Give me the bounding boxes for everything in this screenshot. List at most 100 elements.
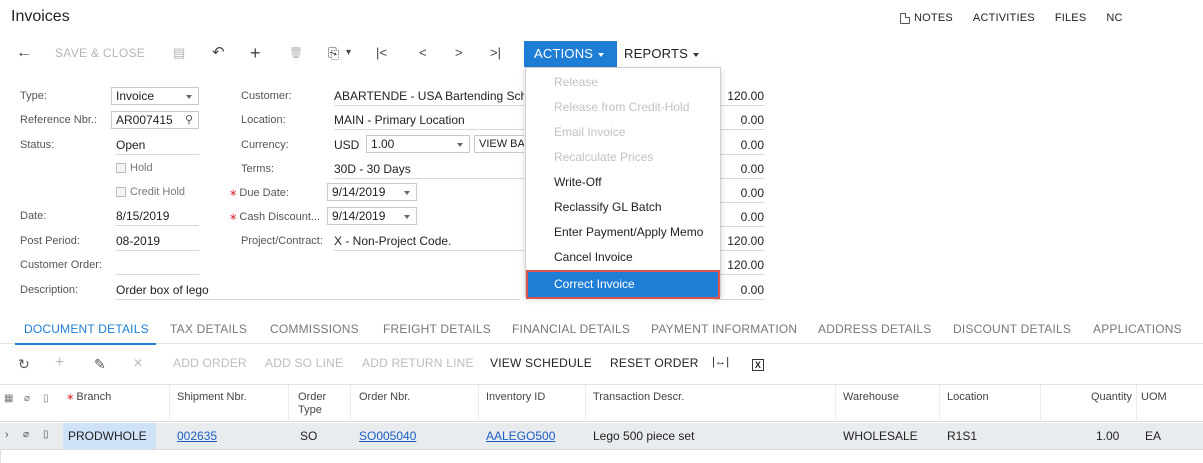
add-return-line-button[interactable]: ADD RETURN LINE: [362, 356, 474, 370]
col-shipment-nbr[interactable]: Shipment Nbr.: [177, 391, 247, 404]
refresh-icon[interactable]: ↻: [18, 356, 30, 373]
col-location[interactable]: Location: [947, 391, 989, 404]
cell-branch[interactable]: PRODWHOLE: [68, 429, 147, 443]
col-inventory-id[interactable]: Inventory ID: [486, 391, 545, 404]
cash-discount-label: ∗ Cash Discount...: [229, 211, 320, 223]
customer-input[interactable]: ABARTENDE - USA Bartending Scho: [334, 88, 524, 106]
chevron-down-icon: [693, 52, 700, 57]
description-input[interactable]: Order box of lego: [116, 282, 520, 300]
menu-item-cancel-invoice[interactable]: Cancel Invoice: [526, 245, 720, 270]
cash-discount-input[interactable]: 9/14/2019: [327, 207, 417, 225]
fit-columns-icon[interactable]: |↔|: [712, 356, 729, 368]
refnbr-label: Reference Nbr.:: [20, 114, 98, 126]
currency-rate-value: 1.00: [371, 137, 395, 151]
menu-item-email-invoice[interactable]: Email Invoice: [526, 120, 720, 145]
col-branch-label: Branch: [76, 391, 112, 403]
cell-order-nbr[interactable]: SO005040: [359, 429, 416, 443]
tab-document-details[interactable]: DOCUMENT DETAILS: [24, 322, 149, 336]
copy-paste-icon[interactable]: ⎘: [328, 40, 339, 66]
col-order-type[interactable]: Order Type: [298, 391, 326, 417]
cell-warehouse: WHOLESALE: [843, 429, 918, 443]
next-record-icon[interactable]: >: [455, 40, 463, 66]
menu-item-write-off[interactable]: Write-Off: [526, 170, 720, 195]
amount-1: 120.00: [714, 88, 764, 106]
save-close-button[interactable]: SAVE & CLOSE: [55, 40, 145, 66]
document-icon[interactable]: ▯: [43, 429, 49, 440]
attachment-icon[interactable]: ⌀: [23, 429, 29, 440]
notes-link[interactable]: NOTES: [900, 12, 953, 24]
post-period-input[interactable]: 08-2019: [116, 233, 199, 251]
view-base-button[interactable]: VIEW BA: [474, 135, 524, 153]
view-schedule-button[interactable]: VIEW SCHEDULE: [490, 356, 592, 370]
customer-order-input[interactable]: [116, 257, 199, 275]
location-input[interactable]: MAIN - Primary Location: [334, 112, 524, 130]
delete-row-icon[interactable]: ✕: [133, 356, 143, 370]
due-date-input[interactable]: 9/14/2019: [327, 183, 417, 201]
prev-record-icon[interactable]: <: [419, 40, 427, 66]
tab-payment-information[interactable]: PAYMENT INFORMATION: [651, 322, 797, 336]
required-marker: ∗: [229, 212, 238, 223]
undo-icon[interactable]: ↶: [212, 40, 225, 66]
currency-rate-select[interactable]: 1.00: [366, 135, 470, 153]
add-row-icon[interactable]: +: [55, 354, 65, 372]
first-record-icon[interactable]: |<: [376, 40, 387, 66]
refnbr-value: AR007415: [116, 113, 173, 127]
tab-address-details[interactable]: ADDRESS DETAILS: [818, 322, 931, 336]
col-quantity[interactable]: Quantity: [1091, 391, 1132, 404]
hold-checkbox[interactable]: Hold: [116, 162, 153, 174]
date-input[interactable]: 8/15/2019: [116, 208, 199, 226]
table-row[interactable]: › ⌀ ▯ PRODWHOLE 002635 SO SO005040 AALEG…: [0, 423, 1203, 450]
checkbox-box: [116, 163, 126, 173]
save-icon[interactable]: ▤: [173, 40, 185, 66]
credit-hold-checkbox[interactable]: Credit Hold: [116, 186, 185, 198]
files-link[interactable]: FILES: [1055, 12, 1087, 24]
tab-applications[interactable]: APPLICATIONS: [1093, 322, 1182, 336]
menu-item-recalculate-prices[interactable]: Recalculate Prices: [526, 145, 720, 170]
column-divider: [939, 385, 940, 422]
menu-item-release-credit-hold[interactable]: Release from Credit-Hold: [526, 95, 720, 120]
reports-button[interactable]: REPORTS: [624, 41, 700, 67]
cell-shipment-nbr[interactable]: 002635: [177, 429, 217, 443]
tab-financial-details[interactable]: FINANCIAL DETAILS: [512, 322, 630, 336]
activities-link[interactable]: ACTIVITIES: [973, 12, 1035, 24]
refnbr-input[interactable]: AR007415 ⚲: [111, 111, 199, 129]
terms-input[interactable]: 30D - 30 Days: [334, 161, 524, 179]
col-transaction-descr[interactable]: Transaction Descr.: [593, 391, 684, 404]
add-so-line-button[interactable]: ADD SO LINE: [265, 356, 343, 370]
actions-button[interactable]: ACTIONS: [524, 41, 617, 67]
more-link[interactable]: NC: [1106, 12, 1122, 24]
row-selector-icon[interactable]: ▦: [4, 392, 13, 405]
column-divider: [1136, 385, 1137, 422]
row-expand-icon[interactable]: ›: [5, 429, 9, 441]
column-divider: [1040, 385, 1041, 422]
col-uom[interactable]: UOM: [1141, 391, 1167, 404]
tab-commissions[interactable]: COMMISSIONS: [270, 322, 359, 336]
reset-order-button[interactable]: RESET ORDER: [610, 356, 699, 370]
menu-item-correct-invoice[interactable]: Correct Invoice: [526, 270, 720, 299]
add-icon[interactable]: +: [250, 40, 261, 66]
menu-item-reclassify-gl-batch[interactable]: Reclassify GL Batch: [526, 195, 720, 220]
cell-quantity: 1.00: [1096, 429, 1120, 443]
add-order-button[interactable]: ADD ORDER: [173, 356, 247, 370]
attachment-icon: ⌀: [24, 393, 31, 404]
cell-inventory-id[interactable]: AALEGO500: [486, 429, 555, 443]
chevron-down-icon: [598, 52, 605, 57]
tab-tax-details[interactable]: TAX DETAILS: [170, 322, 247, 336]
export-excel-icon[interactable]: X: [752, 359, 764, 371]
edit-icon[interactable]: ✎: [94, 356, 106, 373]
menu-item-enter-payment[interactable]: Enter Payment/Apply Memo: [526, 220, 720, 245]
col-warehouse[interactable]: Warehouse: [843, 391, 899, 404]
back-button[interactable]: ←: [16, 40, 32, 66]
col-branch[interactable]: ∗ Branch: [66, 391, 111, 404]
type-label: Type:: [20, 90, 47, 102]
due-date-value: 9/14/2019: [332, 185, 386, 199]
project-input[interactable]: X - Non-Project Code.: [334, 233, 524, 251]
type-select[interactable]: Invoice: [111, 87, 199, 105]
col-order-nbr[interactable]: Order Nbr.: [359, 391, 410, 404]
tab-discount-details[interactable]: DISCOUNT DETAILS: [953, 322, 1071, 336]
last-record-icon[interactable]: >|: [490, 40, 501, 66]
tab-freight-details[interactable]: FREIGHT DETAILS: [383, 322, 491, 336]
copy-paste-caret-icon[interactable]: ▾: [346, 40, 351, 66]
menu-item-release[interactable]: Release: [526, 70, 720, 95]
delete-icon[interactable]: 🗑: [289, 40, 303, 66]
